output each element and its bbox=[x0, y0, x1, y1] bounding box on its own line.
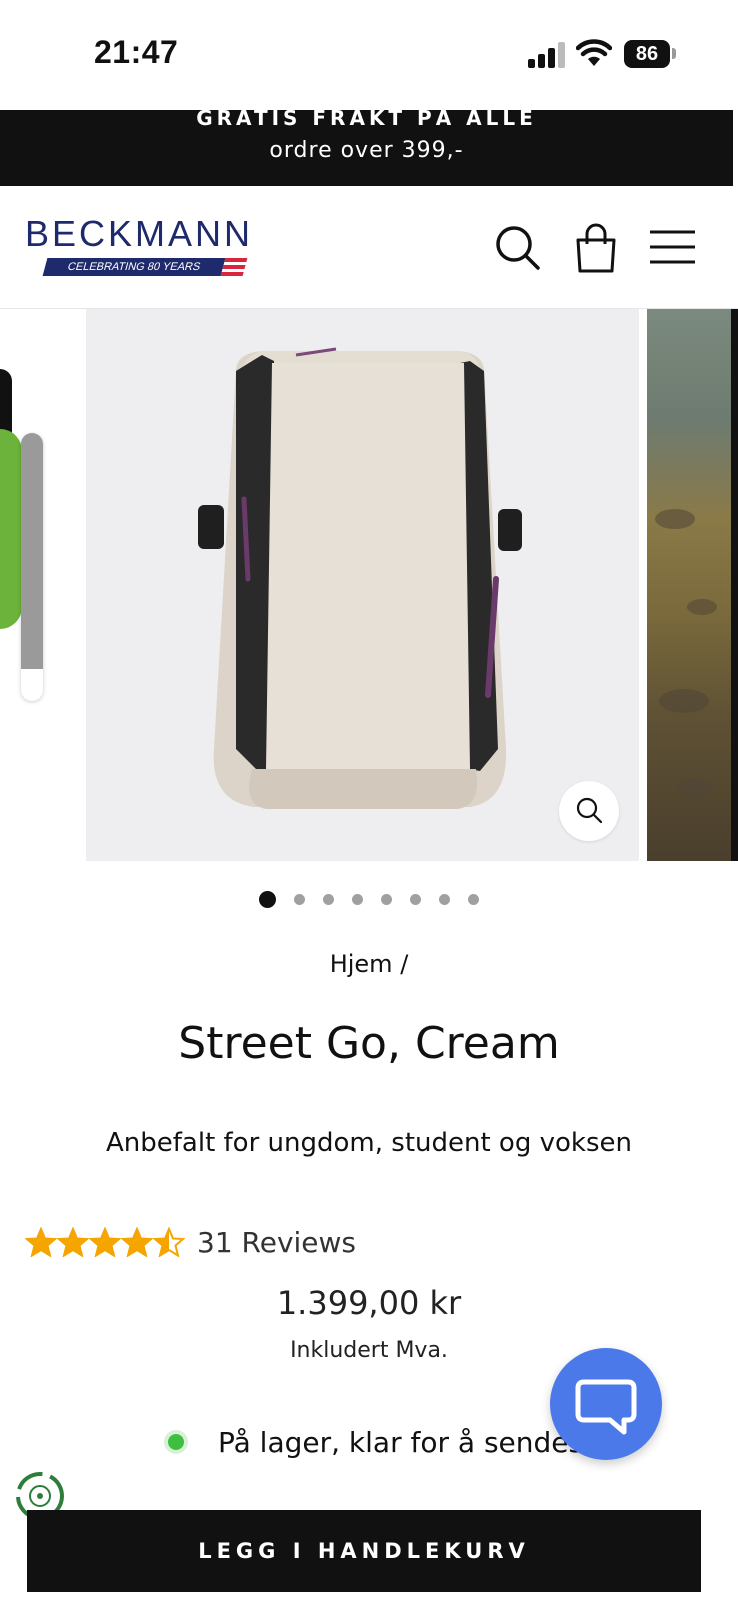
battery-cap bbox=[672, 48, 676, 59]
star-half-icon bbox=[153, 1227, 185, 1257]
next-slide-peek[interactable] bbox=[647, 309, 733, 861]
logo-tagline: CELEBRATING 80 YEARS bbox=[42, 258, 226, 276]
main-product-image[interactable] bbox=[86, 309, 639, 861]
search-icon bbox=[496, 226, 540, 270]
zoom-button[interactable] bbox=[559, 781, 619, 841]
gallery-dot[interactable] bbox=[381, 893, 392, 905]
menu-icon bbox=[650, 230, 695, 264]
product-subtitle: Anbefalt for ungdom, student og voksen bbox=[106, 1128, 632, 1158]
chat-button[interactable] bbox=[550, 1348, 662, 1460]
in-stock-indicator-icon bbox=[164, 1430, 188, 1454]
reviews-link[interactable]: 31 Reviews bbox=[197, 1226, 356, 1259]
rating-stars bbox=[25, 1227, 185, 1257]
star-full-icon bbox=[121, 1227, 153, 1257]
gallery-pagination bbox=[0, 889, 738, 909]
promo-line-2: ordre over 399,- bbox=[269, 138, 464, 163]
gallery-dot[interactable] bbox=[259, 890, 276, 908]
cart-button[interactable] bbox=[570, 222, 622, 274]
product-gallery[interactable] bbox=[0, 309, 738, 861]
gallery-scroll-indicator[interactable] bbox=[21, 433, 43, 701]
shopping-bag-icon bbox=[576, 223, 616, 273]
logo-flag-stripes bbox=[220, 258, 248, 276]
logo-wordmark: BECKMANN bbox=[25, 213, 254, 254]
zoom-icon bbox=[576, 797, 603, 823]
chat-bubble-icon bbox=[575, 1379, 637, 1435]
star-full-icon bbox=[57, 1227, 89, 1257]
promo-banner[interactable]: GRATIS FRAKT PÅ ALLE ordre over 399,- bbox=[0, 110, 733, 186]
beckmann-logo[interactable]: BECKMANN CELEBRATING 80 YEARS bbox=[25, 213, 255, 276]
gallery-dot[interactable] bbox=[468, 893, 479, 905]
previous-slide-peek-color bbox=[0, 429, 22, 629]
stock-text: På lager, klar for å sendes bbox=[218, 1425, 584, 1459]
status-bar: 21:47 86 bbox=[0, 0, 738, 110]
product-rating[interactable]: 31 Reviews bbox=[25, 1222, 356, 1262]
star-full-icon bbox=[89, 1227, 121, 1257]
wifi-icon bbox=[576, 39, 612, 66]
gallery-edge bbox=[731, 309, 738, 861]
product-title: Street Go, Cream bbox=[178, 1018, 560, 1069]
gallery-dot[interactable] bbox=[439, 893, 450, 905]
menu-button[interactable] bbox=[647, 222, 699, 274]
gallery-dot[interactable] bbox=[410, 893, 421, 905]
add-to-cart-button[interactable]: LEGG I HANDLEKURV bbox=[27, 1510, 701, 1592]
gallery-dot[interactable] bbox=[352, 893, 363, 905]
battery-indicator: 86 bbox=[624, 40, 670, 68]
gallery-dot[interactable] bbox=[323, 893, 334, 905]
star-full-icon bbox=[25, 1227, 57, 1257]
promo-line-1: GRATIS FRAKT PÅ ALLE bbox=[196, 110, 537, 130]
gallery-dot[interactable] bbox=[294, 893, 305, 905]
site-header: BECKMANN CELEBRATING 80 YEARS bbox=[0, 186, 738, 309]
cellular-signal-icon bbox=[528, 42, 568, 68]
product-price: 1.399,00 kr bbox=[276, 1284, 462, 1322]
breadcrumb[interactable]: Hjem / bbox=[0, 950, 738, 978]
status-time: 21:47 bbox=[94, 34, 179, 70]
backpack-image bbox=[198, 347, 522, 809]
scroll-thumb[interactable] bbox=[21, 433, 43, 669]
stock-status: På lager, klar for å sendes bbox=[164, 1422, 584, 1462]
search-button[interactable] bbox=[492, 222, 544, 274]
